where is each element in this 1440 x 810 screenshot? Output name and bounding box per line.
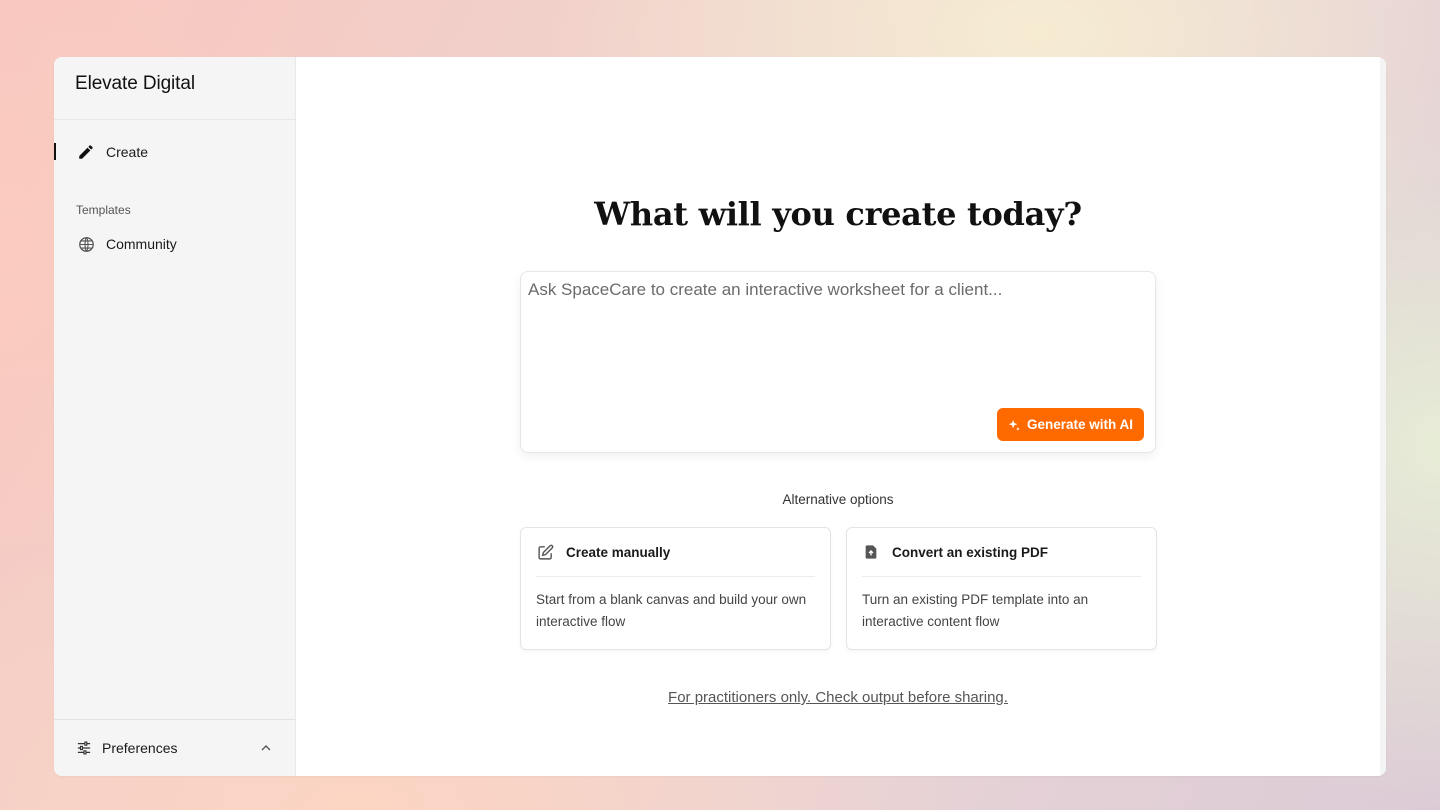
sparkle-icon [1007,418,1021,432]
option-title: Create manually [566,544,671,560]
option-description: Start from a blank canvas and build your… [536,592,807,629]
alternative-options-label: Alternative options [782,492,894,507]
option-header: Create manually [536,528,815,577]
option-description: Turn an existing PDF template into an in… [862,592,1089,629]
disclaimer: For practitioners only. Check output bef… [296,689,1380,706]
sliders-icon [76,740,92,756]
sidebar-item-label: Community [106,236,177,252]
option-convert-pdf[interactable]: Convert an existing PDF Turn an existing… [846,527,1157,650]
edit-square-icon [536,543,554,561]
brand-name: Elevate Digital [54,57,295,120]
sidebar-item-community[interactable]: Community [54,228,295,260]
preferences-label: Preferences [102,740,178,756]
generate-button-label: Generate with AI [1026,417,1133,432]
templates-section-label: Templates [76,203,131,217]
chevron-up-icon[interactable] [259,741,273,755]
app-window: Elevate Digital Create Templates Communi… [54,57,1386,776]
preferences-menu[interactable]: Preferences [54,719,295,776]
option-header: Convert an existing PDF [862,528,1141,577]
globe-icon [76,234,96,254]
generate-with-ai-button[interactable]: Generate with AI [996,408,1144,441]
sidebar-item-create[interactable]: Create [54,136,295,168]
pencil-icon [76,142,96,162]
option-title: Convert an existing PDF [892,544,1049,560]
sidebar-item-label: Create [106,144,149,160]
prompt-input[interactable] [528,280,1128,300]
sidebar: Elevate Digital Create Templates Communi… [54,57,296,776]
page-title: What will you create today? [594,195,1082,233]
main-content: What will you create today? Generate wit… [296,57,1386,776]
prompt-container: Generate with AI [520,271,1156,453]
disclaimer-link[interactable]: For practitioners only. Check output bef… [668,689,1008,706]
file-upload-icon [862,543,880,561]
option-create-manually[interactable]: Create manually Start from a blank canva… [520,527,831,650]
